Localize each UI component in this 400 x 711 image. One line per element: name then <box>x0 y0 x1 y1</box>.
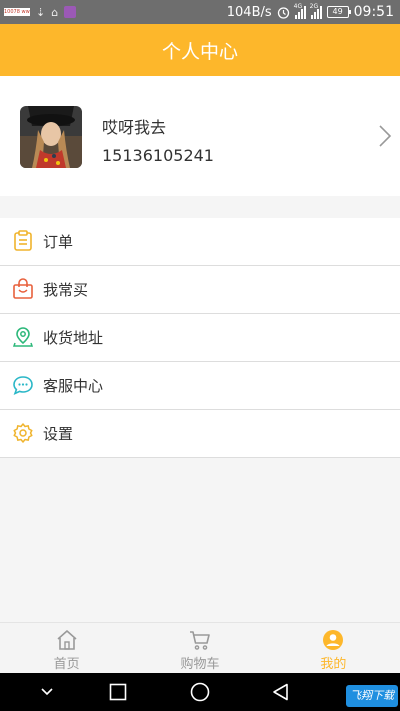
home-icon <box>57 630 77 650</box>
menu-item-frequent-buy[interactable]: 我常买 <box>0 266 400 314</box>
chat-bubble-icon <box>13 376 33 396</box>
menu-item-settings[interactable]: 设置 <box>0 410 400 458</box>
back-icon[interactable] <box>272 683 290 701</box>
menu-list: 订单 我常买 收货地址 客服中心 设置 <box>0 218 400 458</box>
status-ad-banner: 10078 www.10078.com <box>4 8 30 16</box>
gear-icon <box>13 423 33 443</box>
avatar[interactable] <box>20 106 82 168</box>
shopping-bag-icon <box>13 278 33 299</box>
watermark-logo: 飞翔下载 <box>346 685 398 707</box>
avatar-photo <box>20 106 82 168</box>
menu-item-label: 收货地址 <box>43 329 104 347</box>
signal-2-label: 2G <box>309 3 319 10</box>
screen: 10078 www.10078.com ⇣ ⌂ 104B/s 4G 2G 49 … <box>0 0 400 711</box>
tab-home[interactable]: 首页 <box>0 623 133 674</box>
battery-icon: 49 <box>326 6 351 18</box>
profile-card[interactable]: 哎呀我去 15136105241 <box>0 76 400 196</box>
page-title: 个人中心 <box>161 40 238 63</box>
system-nav-bar: 飞翔下载 <box>0 673 400 711</box>
recent-apps-icon[interactable] <box>109 683 127 701</box>
profile-name: 哎呀我去 <box>102 118 167 137</box>
signal-1-label: 4G <box>293 3 303 10</box>
signal-4g-icon: 4G <box>293 3 306 19</box>
tab-cart[interactable]: 购物车 <box>133 623 266 674</box>
menu-item-address[interactable]: 收货地址 <box>0 314 400 362</box>
menu-item-customer-service[interactable]: 客服中心 <box>0 362 400 410</box>
home-button-icon[interactable] <box>190 682 210 702</box>
chevron-down-icon[interactable] <box>40 687 54 697</box>
user-icon <box>323 630 344 650</box>
chevron-right-icon[interactable] <box>378 124 392 148</box>
app-notification-icon <box>64 6 77 18</box>
tab-label: 首页 <box>53 657 80 672</box>
profile-phone: 15136105241 <box>102 146 214 165</box>
alarm-icon <box>277 6 289 19</box>
clock: 09:51 <box>353 4 394 20</box>
cart-icon <box>189 631 210 650</box>
download-icon: ⇣ <box>36 5 46 19</box>
status-left: 10078 www.10078.com ⇣ ⌂ <box>0 5 77 19</box>
net-speed: 104B/s <box>226 4 272 20</box>
tab-label: 购物车 <box>180 657 220 672</box>
menu-item-label: 客服中心 <box>43 377 104 395</box>
menu-item-orders[interactable]: 订单 <box>0 218 400 266</box>
notification-icon: ⌂ <box>51 5 59 19</box>
signal-2g-icon: 2G <box>309 3 322 19</box>
location-pin-icon <box>12 327 34 347</box>
tab-label: 我的 <box>320 657 347 672</box>
clipboard-icon <box>14 230 32 251</box>
bottom-tab-bar: 首页 购物车 我的 <box>0 622 400 674</box>
page-header: 个人中心 <box>0 24 400 76</box>
status-right: 104B/s 4G 2G 49 09:51 <box>227 0 394 24</box>
menu-item-label: 订单 <box>43 233 74 251</box>
menu-item-label: 设置 <box>43 425 74 443</box>
tab-mine[interactable]: 我的 <box>267 623 400 674</box>
status-bar: 10078 www.10078.com ⇣ ⌂ 104B/s 4G 2G 49 … <box>0 0 400 24</box>
menu-item-label: 我常买 <box>43 281 89 299</box>
